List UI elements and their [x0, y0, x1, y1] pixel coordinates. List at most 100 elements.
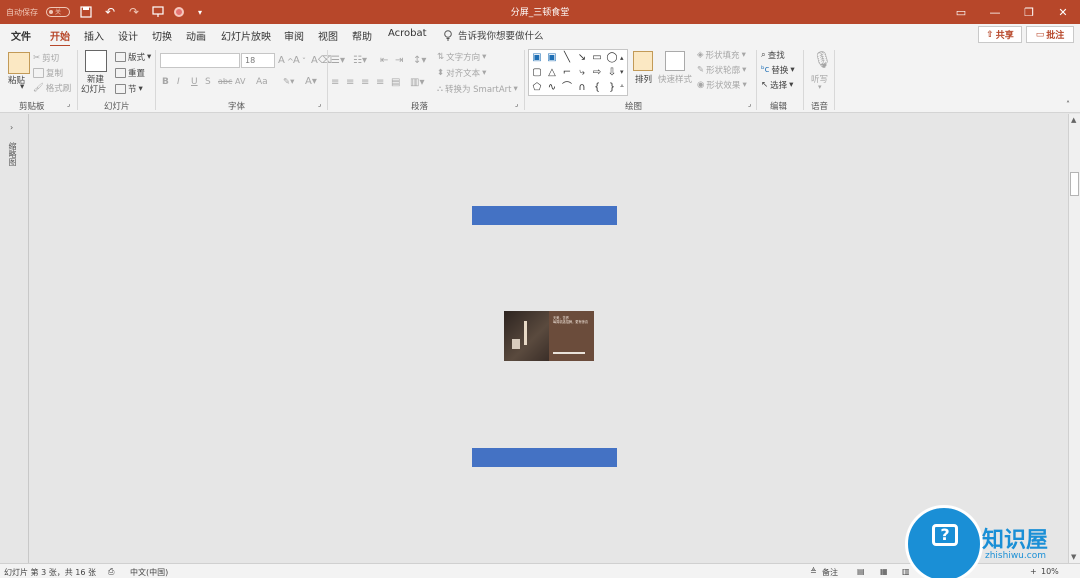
- ribbon-display-options-icon[interactable]: ▭: [944, 0, 978, 24]
- text-direction-button[interactable]: ⇅ 文字方向 ▾: [437, 51, 486, 63]
- font-launcher-icon[interactable]: ⌟: [318, 100, 321, 108]
- tab-insert[interactable]: 插入: [84, 28, 104, 43]
- shapes-scroll-down-icon[interactable]: ▾: [620, 68, 624, 76]
- clipboard-launcher-icon[interactable]: ⌟: [67, 100, 70, 108]
- quick-styles-label[interactable]: 快速样式: [658, 73, 692, 85]
- arrange-icon[interactable]: [633, 51, 653, 71]
- wave-shape-icon[interactable]: ∩: [575, 81, 589, 95]
- tab-slideshow[interactable]: 幻灯片放映: [221, 28, 271, 43]
- shape-effects-button[interactable]: ◉ 形状效果 ▾: [697, 79, 747, 91]
- shapes-gallery[interactable]: ▣ ▣ ╲ ↘ ▭ ◯ ▢ △ ⌐ ⤷ ⇨ ⇩ ⬠ ∿ ⌒ ∩ { }: [528, 49, 628, 96]
- paste-dropdown-icon[interactable]: ▾: [20, 82, 24, 92]
- shape-outline-button[interactable]: ✎ 形状轮廓 ▾: [697, 64, 746, 76]
- highlight-color-icon[interactable]: ✎▾: [283, 77, 294, 87]
- slide-sorter-icon[interactable]: ▦: [880, 567, 888, 576]
- cut-button[interactable]: ✂ 剪切: [33, 52, 59, 64]
- reading-view-icon[interactable]: ▥: [902, 567, 910, 576]
- spelling-icon[interactable]: ⎙: [108, 567, 114, 577]
- copy-button[interactable]: 复制: [33, 67, 63, 79]
- elbow-connector-shape-icon[interactable]: ⌐: [560, 66, 574, 80]
- tab-transitions[interactable]: 切换: [152, 28, 172, 43]
- tab-view[interactable]: 视图: [318, 28, 338, 43]
- curve-shape-icon[interactable]: ∿: [545, 81, 559, 95]
- brace-shape-icon[interactable]: {: [590, 81, 604, 95]
- tab-help[interactable]: 帮助: [352, 28, 372, 43]
- tell-me-search[interactable]: 告诉我你想要做什么: [443, 28, 544, 42]
- notes-button[interactable]: 备注: [822, 567, 838, 578]
- slide-canvas[interactable]: 天美，苦荞 每周精选招牌，更有惊喜: [29, 114, 1068, 563]
- elbow-arrow-shape-icon[interactable]: ⤷: [575, 66, 589, 80]
- notes-icon[interactable]: ≜: [810, 567, 817, 576]
- tab-animations[interactable]: 动画: [186, 28, 206, 43]
- columns-icon[interactable]: ▥▾: [410, 77, 424, 88]
- line-spacing-icon[interactable]: ↕▾: [413, 55, 426, 66]
- shape-fill-button[interactable]: ◈ 形状填充 ▾: [697, 49, 746, 61]
- scroll-down-icon[interactable]: ▼: [1071, 553, 1076, 561]
- new-slide-icon[interactable]: [85, 50, 107, 72]
- slide-image[interactable]: 天美，苦荞 每周精选招牌，更有惊喜: [504, 311, 594, 361]
- align-center-icon[interactable]: ≡: [346, 77, 354, 88]
- align-right-icon[interactable]: ≡: [361, 77, 369, 88]
- underline-button[interactable]: U: [191, 77, 198, 87]
- smartart-button[interactable]: ⛬ 转换为 SmartArt ▾: [437, 83, 518, 95]
- grow-font-icon[interactable]: A ^: [278, 55, 294, 66]
- zoom-in-icon[interactable]: +: [1030, 567, 1037, 576]
- tab-review[interactable]: 审阅: [284, 28, 304, 43]
- rectangle-shape-icon[interactable]: ▭: [590, 51, 604, 65]
- expand-thumbnails-icon[interactable]: ›: [10, 123, 13, 132]
- microphone-icon[interactable]: 🎙: [812, 50, 832, 69]
- vertical-text-box-shape-icon[interactable]: ▣: [545, 51, 559, 65]
- layout-button[interactable]: 版式 ▾: [115, 51, 151, 63]
- bullets-icon[interactable]: ☰▾: [331, 55, 345, 66]
- scroll-up-icon[interactable]: ▲: [1071, 116, 1076, 124]
- shapes-scroll-up-icon[interactable]: ▴: [620, 54, 624, 62]
- oval-shape-icon[interactable]: ◯: [605, 51, 619, 65]
- scrollbar-thumb[interactable]: [1070, 172, 1079, 196]
- freeform-shape-icon[interactable]: ⬠: [530, 81, 544, 95]
- select-button[interactable]: ↖ 选择 ▾: [761, 79, 793, 91]
- normal-view-icon[interactable]: ▤: [857, 567, 865, 576]
- arrange-label[interactable]: 排列: [635, 73, 652, 85]
- close-icon[interactable]: ✕: [1046, 0, 1080, 24]
- right-brace-shape-icon[interactable]: }: [605, 81, 619, 95]
- comments-button[interactable]: ▭ 批注: [1026, 26, 1074, 43]
- decrease-indent-icon[interactable]: ⇤: [380, 55, 388, 66]
- restore-icon[interactable]: ❐: [1012, 0, 1046, 24]
- font-size-combo[interactable]: 18: [241, 53, 275, 68]
- line-shape-icon[interactable]: ╲: [560, 51, 574, 65]
- top-blue-rectangle[interactable]: [472, 206, 617, 225]
- change-case-button[interactable]: Aa: [256, 77, 268, 87]
- shrink-font-icon[interactable]: Aˇ: [293, 55, 306, 66]
- paste-icon[interactable]: [8, 52, 30, 74]
- down-arrow-shape-icon[interactable]: ⇩: [605, 66, 619, 80]
- tab-file[interactable]: 文件: [11, 28, 31, 43]
- tab-design[interactable]: 设计: [118, 28, 138, 43]
- align-left-icon[interactable]: ≡: [331, 77, 339, 88]
- language-indicator[interactable]: 中文(中国): [130, 567, 168, 578]
- format-painter-button[interactable]: 🖌 格式刷: [33, 82, 71, 94]
- font-color-icon[interactable]: A▾: [305, 76, 317, 87]
- strikethrough-button[interactable]: abc: [218, 77, 232, 86]
- share-button[interactable]: ⇧ 共享: [978, 26, 1022, 43]
- rounded-rectangle-shape-icon[interactable]: ▢: [530, 66, 544, 80]
- numbering-icon[interactable]: ☷▾: [353, 55, 367, 66]
- minimize-icon[interactable]: —: [978, 0, 1012, 24]
- bold-button[interactable]: B: [162, 77, 169, 87]
- drawing-launcher-icon[interactable]: ⌟: [748, 100, 751, 108]
- shadow-button[interactable]: S: [205, 77, 211, 87]
- collapse-ribbon-icon[interactable]: ˄: [1066, 100, 1070, 109]
- zoom-level[interactable]: 10%: [1041, 567, 1059, 576]
- shapes-more-icon[interactable]: ⩡: [620, 82, 624, 91]
- tab-home[interactable]: 开始: [50, 28, 70, 47]
- clear-formatting-icon[interactable]: A⌫: [311, 55, 332, 66]
- quick-styles-icon[interactable]: [665, 51, 685, 71]
- bottom-blue-rectangle[interactable]: [472, 448, 617, 467]
- dictate-dropdown-icon[interactable]: ▾: [818, 83, 822, 91]
- tab-acrobat[interactable]: Acrobat: [388, 28, 427, 39]
- distributed-icon[interactable]: ▤: [391, 77, 400, 88]
- reset-button[interactable]: 重置: [115, 67, 145, 79]
- find-button[interactable]: ⌕ 查找: [761, 49, 785, 61]
- font-name-combo[interactable]: [160, 53, 240, 68]
- section-button[interactable]: 节 ▾: [115, 83, 143, 95]
- italic-button[interactable]: I: [177, 77, 180, 87]
